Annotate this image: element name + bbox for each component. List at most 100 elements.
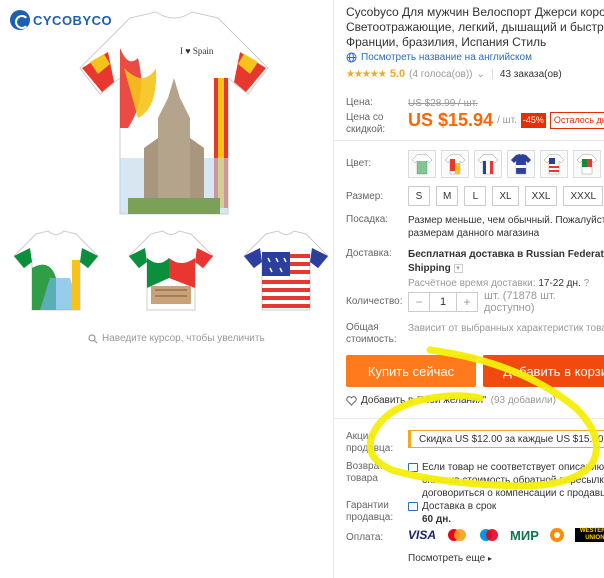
size-option[interactable]: XXXL xyxy=(563,186,604,206)
color-swatch-blue[interactable] xyxy=(507,150,535,178)
color-swatch-italy[interactable] xyxy=(573,150,601,178)
guarantee-line: Доставка в срок xyxy=(422,501,497,512)
title-line: Cycobyco Для мужчин Велоспорт Джерси кор… xyxy=(346,5,604,19)
chevron-down-icon[interactable]: ⌄ xyxy=(560,395,568,406)
returns-info: Если товар не соответствует описанию, вы… xyxy=(408,461,604,500)
visa-logo: VISA xyxy=(408,528,437,542)
column-divider xyxy=(333,0,334,578)
shipping-label: Доставка: xyxy=(346,248,392,259)
mir-logo: МИР xyxy=(510,527,539,543)
returns-line: оплатив стоимость обратной пересылки, и/ xyxy=(422,475,604,486)
current-price: US $15.94 xyxy=(408,110,494,130)
price-label: Цена: xyxy=(346,97,373,108)
rating-value: 5.0 xyxy=(389,68,406,80)
mastercard-logo xyxy=(446,528,468,542)
globe-icon xyxy=(346,52,357,63)
zoom-hint-text: Наведите курсор, чтобы увеличить xyxy=(102,333,265,344)
color-swatch-usa[interactable] xyxy=(540,150,568,178)
guarantee-info: Доставка в срок 60 дн. xyxy=(408,500,496,526)
chevron-down-icon[interactable]: ▾ xyxy=(453,263,463,273)
time-left-badge: Осталось дней xyxy=(549,112,604,129)
divider xyxy=(334,140,604,141)
title-line: Светоотражающие, легкий, дышащий и быстр… xyxy=(346,20,604,34)
total-label: Общая стоимость: xyxy=(346,322,397,346)
fit-line: Размер меньше, чем обычный. Пожалуйста, … xyxy=(408,215,604,226)
see-more-text: Посмотреть еще xyxy=(408,553,486,564)
clock-icon xyxy=(408,501,418,511)
wishlist-link[interactable]: "Мои желания" xyxy=(417,395,486,406)
quantity-stepper: − 1 + шт. (71878 шт. доступно) xyxy=(408,290,604,314)
add-to-wishlist[interactable]: Добавить в "Мои желания" (93 добавили) ⌄ xyxy=(346,395,568,406)
wishlist-prefix: Добавить в xyxy=(361,395,414,406)
payment-methods: VISA МИР WESTERN UNION xyxy=(408,527,604,543)
returns-line: договориться о компенсации с продавцом. xyxy=(422,488,604,499)
payment-label: Оплата: xyxy=(346,532,384,543)
color-swatch-spain[interactable] xyxy=(441,150,469,178)
shipping-method[interactable]: Shipping xyxy=(408,263,451,274)
shipping-line: Бесплатная доставка в Russian Federation… xyxy=(408,249,604,260)
label-line: Акция xyxy=(346,431,374,442)
star-rating-icon: ★★★★★ xyxy=(346,68,387,80)
eta-value: 17-22 дн. xyxy=(538,278,581,289)
returns-label: Возврат товара xyxy=(346,461,384,485)
translate-link-text: Посмотреть название на английском xyxy=(361,52,532,63)
title-line: Франции, бразилия, Испания Стиль xyxy=(346,35,547,49)
translate-link[interactable]: Посмотреть название на английском xyxy=(346,52,532,63)
color-swatch-france[interactable] xyxy=(474,150,502,178)
thumbnail-italy[interactable] xyxy=(125,228,217,312)
size-option[interactable]: L xyxy=(464,186,487,206)
logo-icon xyxy=(10,10,30,30)
svg-text:I ♥ Spain: I ♥ Spain xyxy=(180,46,214,56)
stock-available: шт. (71878 шт. доступно) xyxy=(484,290,556,314)
votes-link[interactable]: (4 голоса(ов)) xyxy=(409,69,472,80)
seller-promo-dropdown[interactable]: Скидка US $12.00 за каждые US $15.00 ▾ xyxy=(408,430,604,448)
returns-line: Если товар не соответствует описанию, вы xyxy=(422,462,604,473)
label-line: Цена со xyxy=(346,112,384,123)
return-icon xyxy=(408,462,418,472)
thumbnail-usa[interactable] xyxy=(240,228,332,312)
old-price: US $28.99 / шт. xyxy=(408,97,478,110)
decrement-button[interactable]: − xyxy=(409,293,429,311)
size-option[interactable]: M xyxy=(436,186,459,206)
shipping-info: Бесплатная доставка в Russian Federation… xyxy=(408,248,604,290)
add-to-cart-button[interactable]: Добавить в корзи xyxy=(483,355,604,387)
fit-label: Посадка: xyxy=(346,214,389,225)
zoom-hint: Наведите курсор, чтобы увеличить xyxy=(88,333,265,344)
label-line: Гарантии xyxy=(346,500,389,511)
label-line: стоимость: xyxy=(346,334,397,345)
western-union-logo: WESTERN UNION xyxy=(574,528,604,542)
fit-line: размерам данного магазина xyxy=(408,228,540,239)
help-icon[interactable]: ? xyxy=(584,278,590,289)
thumbnail-strip xyxy=(10,228,332,312)
discount-price-label: Цена со скидкой: xyxy=(346,112,385,136)
discount-badge: -45% xyxy=(520,113,546,128)
buy-now-button[interactable]: Купить сейчас xyxy=(346,355,476,387)
label-line: Возврат xyxy=(346,461,384,472)
current-price-row: US $15.94 / шт. -45% Осталось дней xyxy=(408,110,604,130)
thumbnail-brazil[interactable] xyxy=(10,228,102,312)
main-product-image[interactable]: I ♥ Spain xyxy=(68,8,280,222)
fit-info: Размер меньше, чем обычный. Пожалуйста, … xyxy=(408,214,604,240)
see-more-link[interactable]: Посмотреть еще ▸ xyxy=(408,553,492,564)
divider xyxy=(334,418,604,419)
increment-button[interactable]: + xyxy=(457,293,477,311)
color-options xyxy=(408,150,601,178)
size-option[interactable]: XL xyxy=(492,186,519,206)
orders-count: 43 заказа(ов) xyxy=(499,68,562,80)
color-swatch-brazil[interactable] xyxy=(408,150,436,178)
size-options: S M L XL XXL XXXL 4 xyxy=(408,186,604,206)
guarantee-days: 60 дн. xyxy=(422,514,452,525)
magnifier-icon xyxy=(88,333,98,343)
old-price-value: US $28.99 / шт. xyxy=(408,98,478,109)
eta-label: Расчётное время доставки: xyxy=(408,278,536,289)
chevron-down-icon[interactable]: ⌄ xyxy=(477,69,485,80)
total-value: Зависит от выбранных характеристик товар… xyxy=(408,323,604,334)
label-line: скидкой: xyxy=(346,124,386,135)
label-line: Общая xyxy=(346,322,379,333)
size-option[interactable]: XXL xyxy=(524,186,558,206)
size-option[interactable]: S xyxy=(408,186,430,206)
quantity-input[interactable]: 1 xyxy=(429,293,457,311)
caret-right-icon: ▸ xyxy=(487,554,492,563)
guarantee-label: Гарантии продавца: xyxy=(346,500,393,524)
label-line: продавца: xyxy=(346,443,394,454)
